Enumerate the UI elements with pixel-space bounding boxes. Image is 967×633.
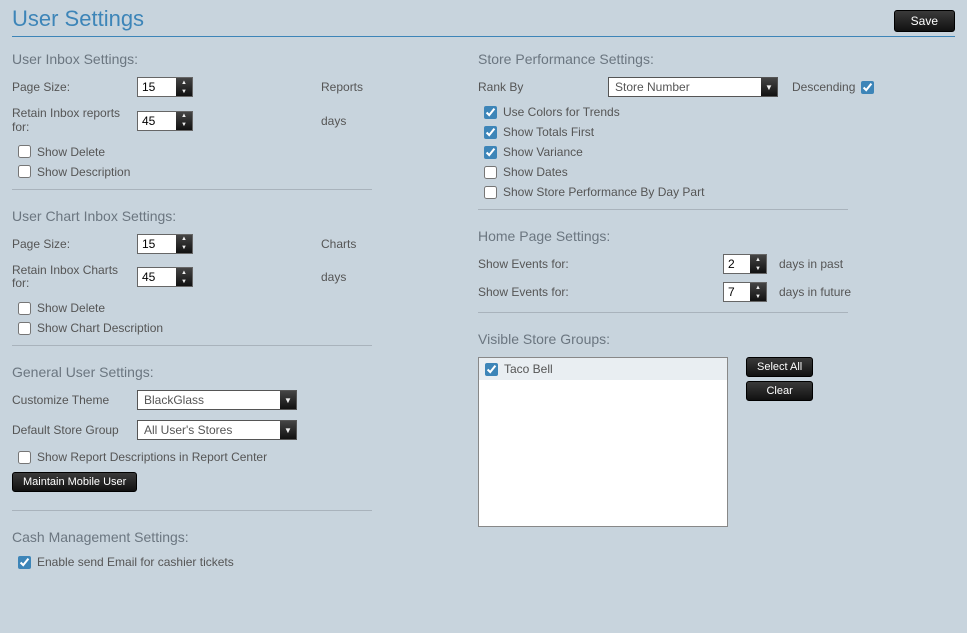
spinner-up-icon[interactable]: ▲ bbox=[176, 78, 192, 87]
visible-store-groups-list[interactable]: Taco Bell bbox=[478, 357, 728, 527]
enable-send-email-label: Enable send Email for cashier tickets bbox=[37, 555, 234, 569]
user-inbox-settings-title: User Inbox Settings: bbox=[12, 51, 442, 67]
chart-show-delete-checkbox[interactable] bbox=[18, 302, 31, 315]
descending-label: Descending bbox=[792, 80, 855, 94]
visible-store-groups-title: Visible Store Groups: bbox=[478, 331, 955, 347]
events-future-input[interactable] bbox=[724, 283, 750, 301]
rank-by-value: Store Number bbox=[615, 80, 690, 94]
page-size-spinner[interactable]: ▲ ▼ bbox=[137, 77, 193, 97]
show-description-label: Show Description bbox=[37, 165, 130, 179]
retain-reports-spinner[interactable]: ▲ ▼ bbox=[137, 111, 193, 131]
retain-reports-input[interactable] bbox=[138, 112, 176, 130]
cash-management-title: Cash Management Settings: bbox=[12, 529, 442, 545]
show-description-checkbox[interactable] bbox=[18, 165, 31, 178]
list-item[interactable]: Taco Bell bbox=[479, 358, 727, 380]
divider bbox=[12, 510, 372, 511]
spinner-down-icon[interactable]: ▼ bbox=[750, 264, 766, 273]
divider bbox=[12, 345, 372, 346]
spinner-down-icon[interactable]: ▼ bbox=[176, 244, 192, 253]
retain-charts-label: Retain Inbox Charts for: bbox=[12, 264, 137, 292]
page-size-label: Page Size: bbox=[12, 80, 137, 94]
chart-show-description-label: Show Chart Description bbox=[37, 321, 163, 335]
events-past-input[interactable] bbox=[724, 255, 750, 273]
show-delete-label: Show Delete bbox=[37, 145, 105, 159]
maintain-mobile-user-button[interactable]: Maintain Mobile User bbox=[12, 472, 137, 492]
rank-by-select[interactable]: Store Number ▼ bbox=[608, 77, 778, 97]
show-variance-label: Show Variance bbox=[503, 145, 583, 159]
customize-theme-value: BlackGlass bbox=[144, 393, 204, 407]
retain-charts-spinner[interactable]: ▲ ▼ bbox=[137, 267, 193, 287]
page-title: User Settings bbox=[12, 6, 144, 32]
by-day-part-label: Show Store Performance By Day Part bbox=[503, 185, 704, 199]
show-dates-label: Show Dates bbox=[503, 165, 568, 179]
use-colors-checkbox[interactable] bbox=[484, 106, 497, 119]
spinner-up-icon[interactable]: ▲ bbox=[750, 283, 766, 292]
store-performance-title: Store Performance Settings: bbox=[478, 51, 955, 67]
chevron-down-icon: ▼ bbox=[280, 391, 296, 409]
events-future-unit: days in future bbox=[779, 285, 851, 299]
rank-by-label: Rank By bbox=[478, 80, 608, 94]
save-button[interactable]: Save bbox=[894, 10, 955, 32]
show-variance-checkbox[interactable] bbox=[484, 146, 497, 159]
divider bbox=[478, 312, 848, 313]
show-dates-checkbox[interactable] bbox=[484, 166, 497, 179]
page-size-unit: Reports bbox=[321, 80, 363, 94]
general-settings-title: General User Settings: bbox=[12, 364, 442, 380]
retain-reports-label: Retain Inbox reports for: bbox=[12, 107, 137, 135]
spinner-up-icon[interactable]: ▲ bbox=[176, 268, 192, 277]
store-group-item-label: Taco Bell bbox=[504, 362, 553, 376]
clear-button[interactable]: Clear bbox=[746, 381, 813, 401]
default-store-group-label: Default Store Group bbox=[12, 423, 137, 437]
spinner-up-icon[interactable]: ▲ bbox=[176, 235, 192, 244]
divider bbox=[478, 209, 848, 210]
default-store-group-value: All User's Stores bbox=[144, 423, 232, 437]
events-past-label: Show Events for: bbox=[478, 257, 723, 271]
chart-page-size-input[interactable] bbox=[138, 235, 176, 253]
events-past-unit: days in past bbox=[779, 257, 843, 271]
chart-show-delete-label: Show Delete bbox=[37, 301, 105, 315]
spinner-down-icon[interactable]: ▼ bbox=[176, 277, 192, 286]
use-colors-label: Use Colors for Trends bbox=[503, 105, 620, 119]
show-delete-checkbox[interactable] bbox=[18, 145, 31, 158]
spinner-down-icon[interactable]: ▼ bbox=[750, 292, 766, 301]
chart-page-size-unit: Charts bbox=[321, 237, 356, 251]
customize-theme-label: Customize Theme bbox=[12, 393, 137, 407]
show-totals-label: Show Totals First bbox=[503, 125, 594, 139]
chevron-down-icon: ▼ bbox=[761, 78, 777, 96]
page-size-input[interactable] bbox=[138, 78, 176, 96]
show-totals-checkbox[interactable] bbox=[484, 126, 497, 139]
chart-page-size-spinner[interactable]: ▲ ▼ bbox=[137, 234, 193, 254]
home-page-settings-title: Home Page Settings: bbox=[478, 228, 955, 244]
store-group-item-checkbox[interactable] bbox=[485, 363, 498, 376]
events-future-label: Show Events for: bbox=[478, 285, 723, 299]
events-future-spinner[interactable]: ▲ ▼ bbox=[723, 282, 767, 302]
show-report-desc-checkbox[interactable] bbox=[18, 451, 31, 464]
select-all-button[interactable]: Select All bbox=[746, 357, 813, 377]
enable-send-email-checkbox[interactable] bbox=[18, 556, 31, 569]
spinner-down-icon[interactable]: ▼ bbox=[176, 87, 192, 96]
chevron-down-icon: ▼ bbox=[280, 421, 296, 439]
events-past-spinner[interactable]: ▲ ▼ bbox=[723, 254, 767, 274]
retain-reports-unit: days bbox=[321, 114, 346, 128]
by-day-part-checkbox[interactable] bbox=[484, 186, 497, 199]
default-store-group-select[interactable]: All User's Stores ▼ bbox=[137, 420, 297, 440]
spinner-down-icon[interactable]: ▼ bbox=[176, 121, 192, 130]
descending-checkbox[interactable] bbox=[861, 81, 874, 94]
chart-show-description-checkbox[interactable] bbox=[18, 322, 31, 335]
user-chart-inbox-title: User Chart Inbox Settings: bbox=[12, 208, 442, 224]
show-report-desc-label: Show Report Descriptions in Report Cente… bbox=[37, 450, 267, 464]
spinner-up-icon[interactable]: ▲ bbox=[176, 112, 192, 121]
customize-theme-select[interactable]: BlackGlass ▼ bbox=[137, 390, 297, 410]
retain-charts-unit: days bbox=[321, 270, 346, 284]
divider bbox=[12, 189, 372, 190]
retain-charts-input[interactable] bbox=[138, 268, 176, 286]
spinner-up-icon[interactable]: ▲ bbox=[750, 255, 766, 264]
chart-page-size-label: Page Size: bbox=[12, 237, 137, 251]
